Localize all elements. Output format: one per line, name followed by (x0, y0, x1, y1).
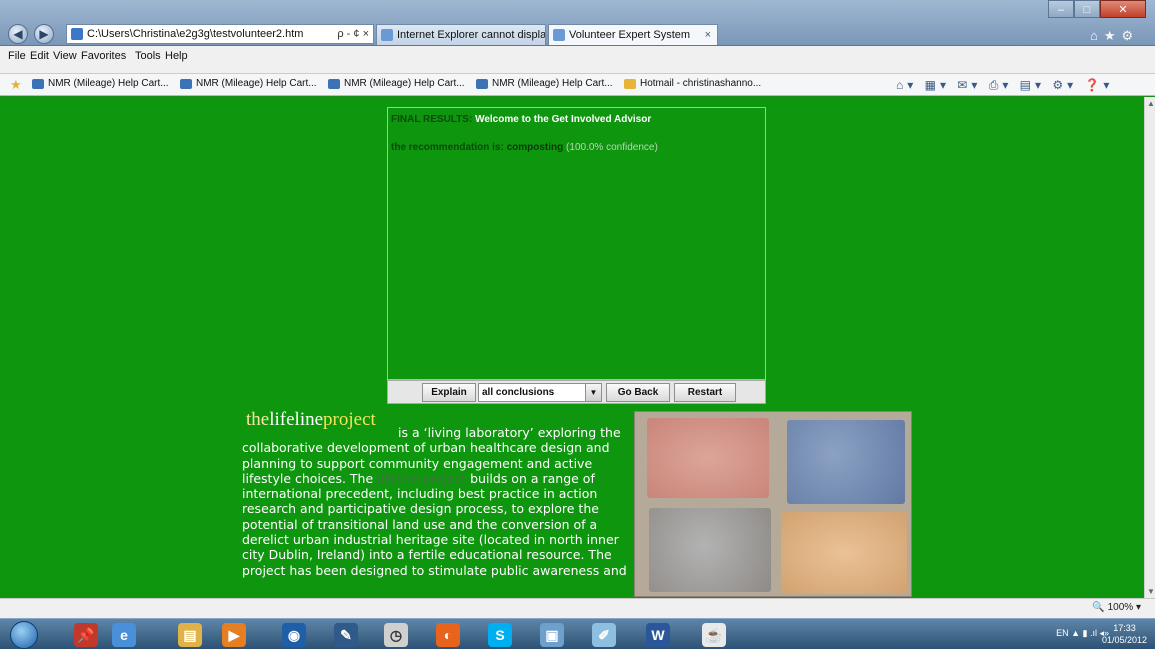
menu-tools[interactable]: Tools (135, 50, 161, 62)
results-header: FINAL RESULTS: Welcome to the Get Involv… (391, 114, 651, 125)
project-description: is a ‘living laboratory’ exploring the c… (242, 425, 627, 578)
orange-soap (781, 512, 907, 594)
clock-app-icon[interactable]: ◷ (384, 623, 408, 647)
favorite-item[interactable]: NMR (Mileage) Help Cart... (32, 78, 169, 89)
hotmail-icon (624, 79, 636, 89)
recommendation-value: composting (506, 142, 564, 153)
menu-file[interactable]: File (8, 50, 26, 62)
java-icon[interactable]: ☕ (702, 623, 726, 647)
folder-icon[interactable]: ▤ (178, 623, 202, 647)
chevron-down-icon[interactable]: ▼ (585, 384, 601, 401)
home-star-gear-icons[interactable]: ⌂★⚙ (1090, 28, 1139, 44)
close-button[interactable]: ✕ (1100, 0, 1146, 18)
menu-view[interactable]: View (53, 50, 77, 62)
confidence-text: (100.0% confidence) (566, 142, 658, 153)
command-bar-icons[interactable]: ⌂▾ ▦▾ ✉▾ ⎙▾ ▤▾ ⚙▾ ❓▾ (896, 78, 1113, 93)
media-player-icon[interactable]: ▶ (222, 623, 246, 647)
expert-system-applet: FINAL RESULTS: Welcome to the Get Involv… (387, 107, 766, 380)
favorites-star-icon[interactable]: ★ (10, 78, 24, 92)
zoom-level[interactable]: 🔍 100% ▾ (1092, 602, 1141, 613)
minimize-button[interactable]: – (1048, 0, 1074, 18)
page-content: FINAL RESULTS: Welcome to the Get Involv… (0, 97, 1144, 598)
blue-soap (787, 420, 905, 504)
screen: ◀ ▶ C:\Users\Christina\e2g3g\testvolunte… (0, 0, 1155, 649)
notepad-icon[interactable]: ✐ (592, 623, 616, 647)
applet-controls: Explain all conclusions ▼ Go Back Restar… (387, 380, 766, 404)
start-button[interactable] (10, 621, 38, 649)
conclusions-select-value: all conclusions (482, 387, 555, 398)
address-text: C:\Users\Christina\e2g3g\testvolunteer2.… (87, 28, 304, 40)
pin-icon[interactable]: 📌 (74, 623, 98, 647)
vertical-scrollbar[interactable]: ▲ ▼ (1144, 97, 1155, 598)
recommendation-line: the recommendation is: composting (100.0… (391, 142, 658, 153)
explain-button[interactable]: Explain (422, 383, 476, 402)
favorite-icon (180, 79, 192, 89)
firefox-icon[interactable]: ◐ (436, 623, 460, 647)
messenger-icon[interactable]: ◉ (282, 623, 306, 647)
tab-label: Volunteer Expert System (569, 29, 691, 41)
go-back-button[interactable]: Go Back (606, 383, 670, 402)
menu-bar: File Edit View Favorites Tools Help (0, 46, 1155, 74)
final-results-label: FINAL RESULTS: (391, 114, 473, 125)
scroll-down-icon[interactable]: ▼ (1147, 587, 1155, 596)
page-icon (71, 28, 83, 40)
favorite-icon (328, 79, 340, 89)
address-bar[interactable]: C:\Users\Christina\e2g3g\testvolunteer2.… (66, 24, 374, 44)
windows-taskbar: 📌 e ▤ ▶ ◉ ✎ ◷ ◐ S ▣ ✐ W ☕ EN ▲ ▮ .ıl ◂» … (0, 618, 1155, 649)
back-button[interactable]: ◀ (8, 24, 28, 44)
clock[interactable]: 17:33 01/05/2012 (1102, 622, 1147, 646)
word-icon[interactable]: W (646, 623, 670, 647)
restart-button[interactable]: Restart (674, 383, 736, 402)
browser-titlebar: ◀ ▶ C:\Users\Christina\e2g3g\testvolunte… (0, 0, 1155, 46)
tab-icon (553, 29, 565, 41)
forward-button[interactable]: ▶ (34, 24, 54, 44)
grey-speckled-soap (649, 508, 771, 592)
skype-icon[interactable]: S (488, 623, 512, 647)
tab-ie-error[interactable]: Internet Explorer cannot displa... (376, 24, 546, 45)
tab-volunteer-expert[interactable]: Volunteer Expert System × (548, 24, 718, 45)
conclusions-select[interactable]: all conclusions ▼ (478, 383, 602, 402)
lifeline-project-link[interactable]: lifeline project (377, 471, 466, 486)
tab-close-icon[interactable]: × (705, 25, 711, 45)
status-bar: 🔍 100% ▾ (0, 598, 1155, 618)
menu-favorites[interactable]: Favorites (81, 50, 126, 62)
maximize-button[interactable]: □ (1074, 0, 1100, 18)
soap-bars-photo (634, 411, 912, 597)
tab-icon (381, 29, 393, 41)
address-tools[interactable]: ρ - ¢ × (337, 25, 369, 43)
scroll-up-icon[interactable]: ▲ (1147, 99, 1155, 108)
window-manager-icon[interactable]: ▣ (540, 623, 564, 647)
favorite-item[interactable]: NMR (Mileage) Help Cart... (180, 78, 317, 89)
paint-icon[interactable]: ✎ (334, 623, 358, 647)
welcome-text: Welcome to the Get Involved Advisor (475, 114, 652, 125)
tab-label: Internet Explorer cannot displa... (397, 29, 546, 41)
favorite-item-hotmail[interactable]: Hotmail - christinashanno... (624, 78, 761, 89)
recommendation-prefix: the recommendation is: (391, 142, 504, 153)
internet-explorer-icon[interactable]: e (112, 623, 136, 647)
favorite-icon (476, 79, 488, 89)
menu-help[interactable]: Help (165, 50, 188, 62)
favorite-item[interactable]: NMR (Mileage) Help Cart... (328, 78, 465, 89)
favorite-icon (32, 79, 44, 89)
favorite-item[interactable]: NMR (Mileage) Help Cart... (476, 78, 613, 89)
menu-edit[interactable]: Edit (30, 50, 49, 62)
pink-soap (647, 418, 769, 498)
